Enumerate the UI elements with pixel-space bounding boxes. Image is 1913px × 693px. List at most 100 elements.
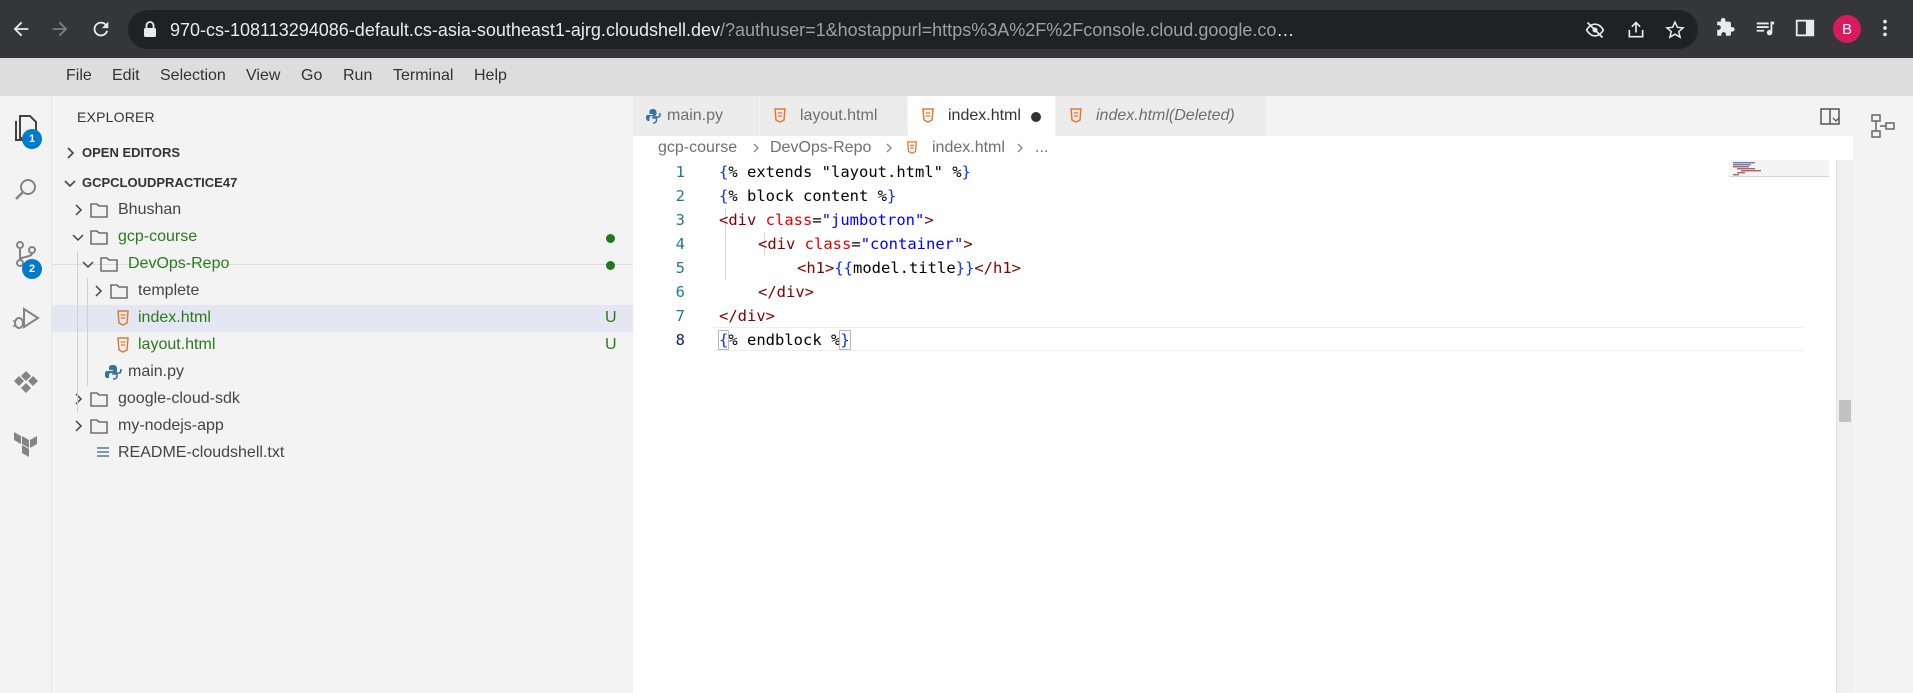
tab-index-html-deleted[interactable]: index.html(Deleted) — [1056, 96, 1267, 136]
menu-selection[interactable]: Selection — [160, 67, 226, 85]
bookmark-button[interactable] — [1664, 19, 1686, 41]
tree-file-layout-html[interactable]: layout.html U — [52, 332, 633, 359]
line-number: 4 — [675, 235, 685, 253]
tree-item-label: Bhushan — [118, 201, 182, 218]
forward-button[interactable] — [45, 14, 75, 44]
chevron-down-icon — [64, 180, 76, 188]
menu-terminal[interactable]: Terminal — [393, 67, 453, 85]
line-text: <div class="container"> — [758, 235, 973, 253]
explorer-badge: 1 — [22, 129, 42, 149]
open-editors-label: OPEN EDITORS — [82, 145, 181, 160]
chevron-right-icon — [1017, 143, 1023, 153]
workspace-label: GCPCLOUDPRACTICE47 — [82, 175, 238, 190]
code-editor[interactable]: 1 {% extends "layout.html" %} 2 {% block… — [633, 160, 1833, 693]
menu-help[interactable]: Help — [474, 67, 507, 85]
tree-file-main-py[interactable]: main.py — [52, 359, 633, 386]
git-status-untracked: U — [605, 336, 617, 353]
tab-layout-html[interactable]: layout.html — [760, 96, 908, 136]
git-status-untracked: U — [605, 309, 617, 326]
extensions-button[interactable] — [1713, 16, 1737, 40]
breadcrumb-item[interactable]: index.html — [932, 139, 1005, 157]
search-activity-button[interactable] — [8, 172, 44, 208]
folder-open-icon — [90, 230, 108, 245]
tree-folder-google-cloud-sdk[interactable]: google-cloud-sdk — [52, 386, 633, 413]
share-button[interactable] — [1625, 19, 1647, 41]
breadcrumb-item[interactable]: ... — [1035, 139, 1048, 157]
chevron-right-icon — [75, 204, 83, 216]
reload-icon — [93, 21, 109, 37]
chevron-right-icon — [67, 147, 75, 159]
text-file-icon — [97, 447, 109, 457]
breadcrumb-item[interactable]: gcp-course — [658, 139, 737, 157]
arrow-left-icon — [13, 21, 29, 37]
chevron-right-icon — [95, 285, 103, 297]
workspace-section[interactable]: GCPCLOUDPRACTICE47 — [52, 170, 633, 196]
url-host: 970-cs-108113294086-default.cs-asia-sout… — [170, 20, 721, 40]
chevron-right-icon — [75, 393, 83, 405]
playlist-icon — [1756, 21, 1775, 36]
scrollbar-thumb[interactable] — [1839, 400, 1851, 422]
open-editors-section[interactable]: OPEN EDITORS — [52, 140, 633, 166]
line-text: {% block content %} — [719, 187, 897, 205]
menu-edit[interactable]: Edit — [112, 67, 140, 85]
run-debug-icon — [13, 307, 40, 329]
chevron-right-icon — [753, 143, 759, 153]
back-button[interactable] — [6, 14, 36, 44]
puzzle-icon — [1717, 17, 1735, 36]
flow-diagram-icon[interactable] — [1869, 112, 1897, 140]
tree-folder-my-nodejs-app[interactable]: my-nodejs-app — [52, 413, 633, 440]
cloud-code-activity-button[interactable] — [8, 364, 44, 400]
tree-file-index-html[interactable]: index.html U — [52, 305, 633, 332]
arrow-right-icon — [52, 21, 68, 37]
reload-button[interactable] — [86, 14, 116, 44]
chevron-down-icon — [82, 261, 94, 269]
explorer-title: EXPLORER — [77, 109, 155, 125]
address-bar[interactable]: 970-cs-108113294086-default.cs-asia-sout… — [128, 10, 1698, 49]
line-number: 8 — [675, 331, 685, 349]
tree-file-readme[interactable]: README-cloudshell.txt — [52, 440, 633, 467]
menu-file[interactable]: File — [66, 67, 92, 85]
split-editor-icon[interactable] — [1819, 106, 1841, 128]
breadcrumb-item[interactable]: DevOps-Repo — [770, 139, 871, 157]
folder-icon — [90, 419, 108, 434]
tab-index-html[interactable]: index.html — [908, 96, 1056, 136]
code-line: 3 <div class="jumbotron"> — [633, 208, 1833, 232]
tree-item-label: gcp-course — [118, 228, 198, 245]
menu-run[interactable]: Run — [343, 67, 372, 85]
html-file-icon — [117, 337, 129, 353]
tree-folder-devops-repo[interactable]: DevOps-Repo — [52, 251, 633, 278]
minimap[interactable] — [1729, 160, 1829, 693]
tree-folder-gcp-course[interactable]: gcp-course — [52, 224, 633, 251]
tree-item-label: main.py — [128, 363, 185, 380]
eye-off-icon — [1585, 21, 1605, 39]
browser-menu-button[interactable] — [1873, 16, 1897, 40]
unsaved-changes-dot[interactable] — [1031, 112, 1041, 122]
chevron-down-icon — [72, 234, 84, 242]
url-rest: /?authuser=1&hostappurl=https%3A%2F%2Fco… — [720, 20, 1300, 40]
source-control-badge: 2 — [22, 259, 42, 279]
code-line: 1 {% extends "layout.html" %} — [633, 160, 1833, 184]
tree-folder-templete[interactable]: templete — [52, 278, 633, 305]
tree-item-label: my-nodejs-app — [118, 417, 224, 434]
folder-icon — [90, 203, 108, 218]
side-panel-button[interactable] — [1793, 16, 1817, 40]
tree-item-label: index.html — [138, 309, 211, 326]
code-line: 2 {% block content %} — [633, 184, 1833, 208]
line-text: <div class="jumbotron"> — [719, 211, 934, 229]
tab-main-py[interactable]: main.py — [633, 96, 760, 136]
menu-view[interactable]: View — [246, 67, 280, 85]
media-control-button[interactable] — [1753, 16, 1777, 40]
menu-go[interactable]: Go — [301, 67, 322, 85]
editor-scrollbar[interactable] — [1836, 160, 1853, 693]
tree-folder-bhushan[interactable]: Bhushan — [52, 197, 633, 224]
html-file-icon — [922, 108, 934, 123]
html-file-icon — [117, 310, 129, 326]
line-number: 2 — [675, 187, 685, 205]
tracking-protection-button[interactable] — [1584, 19, 1606, 41]
git-modified-dot — [606, 234, 615, 243]
browser-toolbar: 970-cs-108113294086-default.cs-asia-sout… — [0, 0, 1913, 58]
profile-avatar[interactable]: B — [1833, 15, 1861, 43]
run-debug-activity-button[interactable] — [8, 300, 44, 336]
terraform-activity-button[interactable] — [8, 428, 44, 464]
python-file-icon — [646, 109, 661, 124]
